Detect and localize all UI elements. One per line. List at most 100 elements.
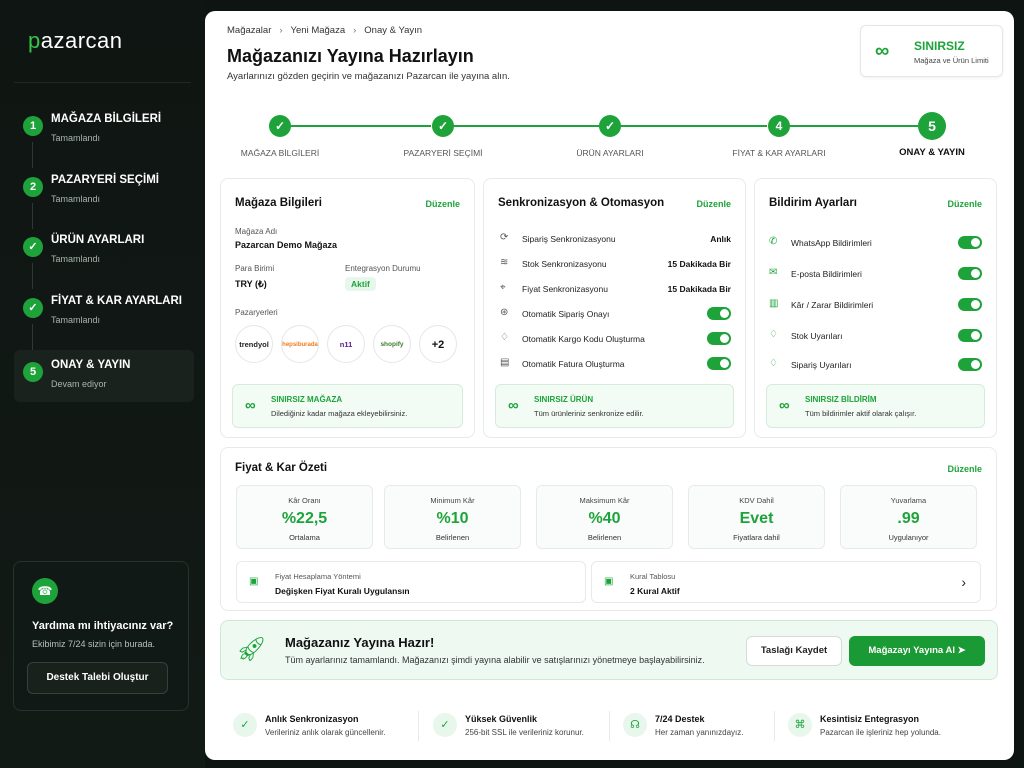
- step-connector: [32, 324, 33, 350]
- integration-status-badge: Aktif: [345, 277, 376, 291]
- stat-max-profit: Maksimum Kâr %40 Belirlenen: [536, 485, 673, 549]
- sidebar-step-publish[interactable]: 5 ONAY & YAYIN Devam ediyor: [14, 350, 194, 402]
- stat-profit-rate: Kâr Oranı %22,5 Ortalama: [236, 485, 373, 549]
- hepsiburada-logo: hepsiburada: [281, 325, 319, 363]
- chart-icon: ▥: [769, 298, 779, 309]
- publish-store-button[interactable]: Mağazayı Yayına Al ➤: [849, 636, 985, 666]
- breadcrumb-stores[interactable]: Mağazalar: [227, 25, 271, 36]
- network-icon: ⌘: [788, 713, 812, 737]
- currency-label: Para Birimi: [235, 264, 275, 273]
- stat-sub: Ortalama: [289, 533, 320, 542]
- support-icon: ☎: [32, 578, 58, 604]
- sidebar-step-products[interactable]: ✓ ÜRÜN AYARLARI Tamamlandı: [14, 225, 194, 289]
- feature-divider: [774, 711, 775, 741]
- step-status: Tamamlandı: [51, 254, 101, 264]
- step-number: 5: [23, 362, 43, 382]
- price-method-box: ▣ Fiyat Hesaplama Yöntemi Değişken Fiyat…: [236, 561, 586, 603]
- stat-label: Maksimum Kâr: [579, 496, 630, 505]
- more-marketplaces[interactable]: +2: [419, 325, 457, 363]
- edit-sync-button[interactable]: Düzenle: [696, 199, 731, 209]
- save-draft-button[interactable]: Taslağı Kaydet: [746, 636, 842, 666]
- invoice-icon: ▤: [500, 357, 510, 368]
- breadcrumb-current: Onay & Yayın: [364, 25, 423, 36]
- step-status: Devam ediyor: [51, 379, 107, 389]
- store-name-value: Pazarcan Demo Mağaza: [235, 240, 338, 250]
- sync-row-label: Fiyat Senkronizasyonu: [522, 284, 608, 294]
- progress-label: ÜRÜN AYARLARI: [576, 148, 644, 158]
- ready-subtitle: Tüm ayarlarınız tamamlandı. Mağazanızı ş…: [285, 655, 705, 665]
- pazarcan-logo[interactable]: pazarcan: [28, 28, 123, 54]
- unlimited-store-info: ∞ SINIRSIZ MAĞAZA Dilediğiniz kadar mağa…: [232, 384, 463, 428]
- create-support-ticket-button[interactable]: Destek Talebi Oluştur: [27, 662, 168, 694]
- order-alerts-toggle[interactable]: [958, 358, 982, 371]
- stock-alerts-toggle[interactable]: [958, 329, 982, 342]
- edit-pricing-button[interactable]: Düzenle: [947, 464, 982, 474]
- feature-title: 7/24 Destek: [655, 714, 705, 724]
- whatsapp-icon: ✆: [769, 236, 778, 247]
- email-notifications-toggle[interactable]: [958, 267, 982, 280]
- mail-icon: ✉: [769, 267, 778, 278]
- document-icon: ▣: [249, 576, 259, 587]
- sync-row-label: Sipariş Senkronizasyonu: [522, 234, 616, 244]
- chevron-right-icon: ›: [279, 25, 283, 36]
- toggle-label: Otomatik Sipariş Onayı: [522, 309, 610, 319]
- n11-logo: n11: [327, 325, 365, 363]
- stat-value: .99: [897, 510, 920, 527]
- step-number: 2: [23, 177, 43, 197]
- step-title: ONAY & YAYIN: [51, 359, 131, 371]
- edit-notifications-button[interactable]: Düzenle: [947, 199, 982, 209]
- check-icon: ✓: [599, 115, 621, 137]
- card-title: Senkronizasyon & Otomasyon: [498, 197, 665, 209]
- sidebar-step-store-info[interactable]: 1 MAĞAZA BİLGİLERİ Tamamlandı: [14, 104, 194, 168]
- stat-sub: Belirlenen: [435, 533, 470, 542]
- card-title: Mağaza Bilgileri: [235, 197, 322, 209]
- sidebar-step-marketplace[interactable]: 2 PAZARYERİ SEÇİMİ Tamamlandı: [14, 165, 194, 229]
- progress-label-active: ONAY & YAYIN: [899, 147, 965, 158]
- edit-store-button[interactable]: Düzenle: [425, 199, 460, 209]
- auto-invoice-toggle[interactable]: [707, 357, 731, 370]
- infinity-icon: ∞: [245, 397, 256, 414]
- stat-label: Yuvarlama: [890, 496, 927, 505]
- trendyol-logo: trendyol: [235, 325, 273, 363]
- stat-label: Minimum Kâr: [430, 496, 475, 505]
- unlimited-product-info: ∞ SINIRSIZ ÜRÜN Tüm ürünleriniz senkroni…: [495, 384, 734, 428]
- feature-title: Yüksek Güvenlik: [465, 714, 538, 724]
- table-label: Kural Tablosu: [630, 572, 676, 581]
- breadcrumb-new-store[interactable]: Yeni Mağaza: [291, 25, 346, 36]
- profit-loss-notifications-toggle[interactable]: [958, 298, 982, 311]
- auto-order-approval-toggle[interactable]: [707, 307, 731, 320]
- progress-label: MAĞAZA BİLGİLERİ: [240, 148, 320, 158]
- help-title: Yardıma mı ihtiyacınız var?: [32, 620, 174, 632]
- feature-subtitle: Pazarcan ile işleriniz hep yolunda.: [820, 728, 941, 737]
- check-icon: ✓: [23, 298, 43, 318]
- step-status: Tamamlandı: [51, 133, 101, 143]
- whatsapp-notifications-toggle[interactable]: [958, 236, 982, 249]
- store-info-card: Mağaza Bilgileri Düzenle Mağaza Adı Paza…: [220, 178, 475, 438]
- stat-rounding: Yuvarlama .99 Uygulanıyor: [840, 485, 977, 549]
- feature-subtitle: Verileriniz anlık olarak güncellenir.: [265, 728, 386, 737]
- check-icon: ✓: [23, 237, 43, 257]
- chevron-right-icon[interactable]: ›: [961, 574, 966, 590]
- infinity-icon: ∞: [875, 40, 890, 62]
- auto-shipping-code-toggle[interactable]: [707, 332, 731, 345]
- step-title: ÜRÜN AYARLARI: [51, 234, 145, 246]
- chevron-right-icon: ›: [353, 25, 357, 36]
- rule-table-box[interactable]: ▣ Kural Tablosu 2 Kural Aktif ›: [591, 561, 981, 603]
- toggle-label: WhatsApp Bildirimleri: [791, 238, 872, 248]
- sync-row-value: Anlık: [710, 234, 731, 244]
- feature-subtitle: Her zaman yanınızdayız.: [655, 728, 744, 737]
- step-title: MAĞAZA BİLGİLERİ: [51, 113, 162, 125]
- progress-step-number: 4: [768, 115, 790, 137]
- info-title: SINIRSIZ ÜRÜN: [534, 395, 594, 404]
- ready-banner: 🚀︎ Mağazanız Yayına Hazır! Tüm ayarların…: [220, 620, 998, 680]
- check-circle-icon: ⊛: [500, 307, 509, 318]
- stat-sub: Belirlenen: [587, 533, 622, 542]
- sidebar-step-pricing[interactable]: ✓ FİYAT & KAR AYARLARI Tamamlandı: [14, 286, 194, 350]
- check-icon: ✓: [269, 115, 291, 137]
- bell-icon: ♢: [769, 358, 778, 369]
- step-title: FİYAT & KAR AYARLARI: [51, 295, 182, 307]
- toggle-label: Stok Uyarıları: [791, 331, 843, 341]
- headset-icon: ☊: [623, 713, 647, 737]
- feature-divider: [609, 711, 610, 741]
- infinity-icon: ∞: [779, 397, 790, 414]
